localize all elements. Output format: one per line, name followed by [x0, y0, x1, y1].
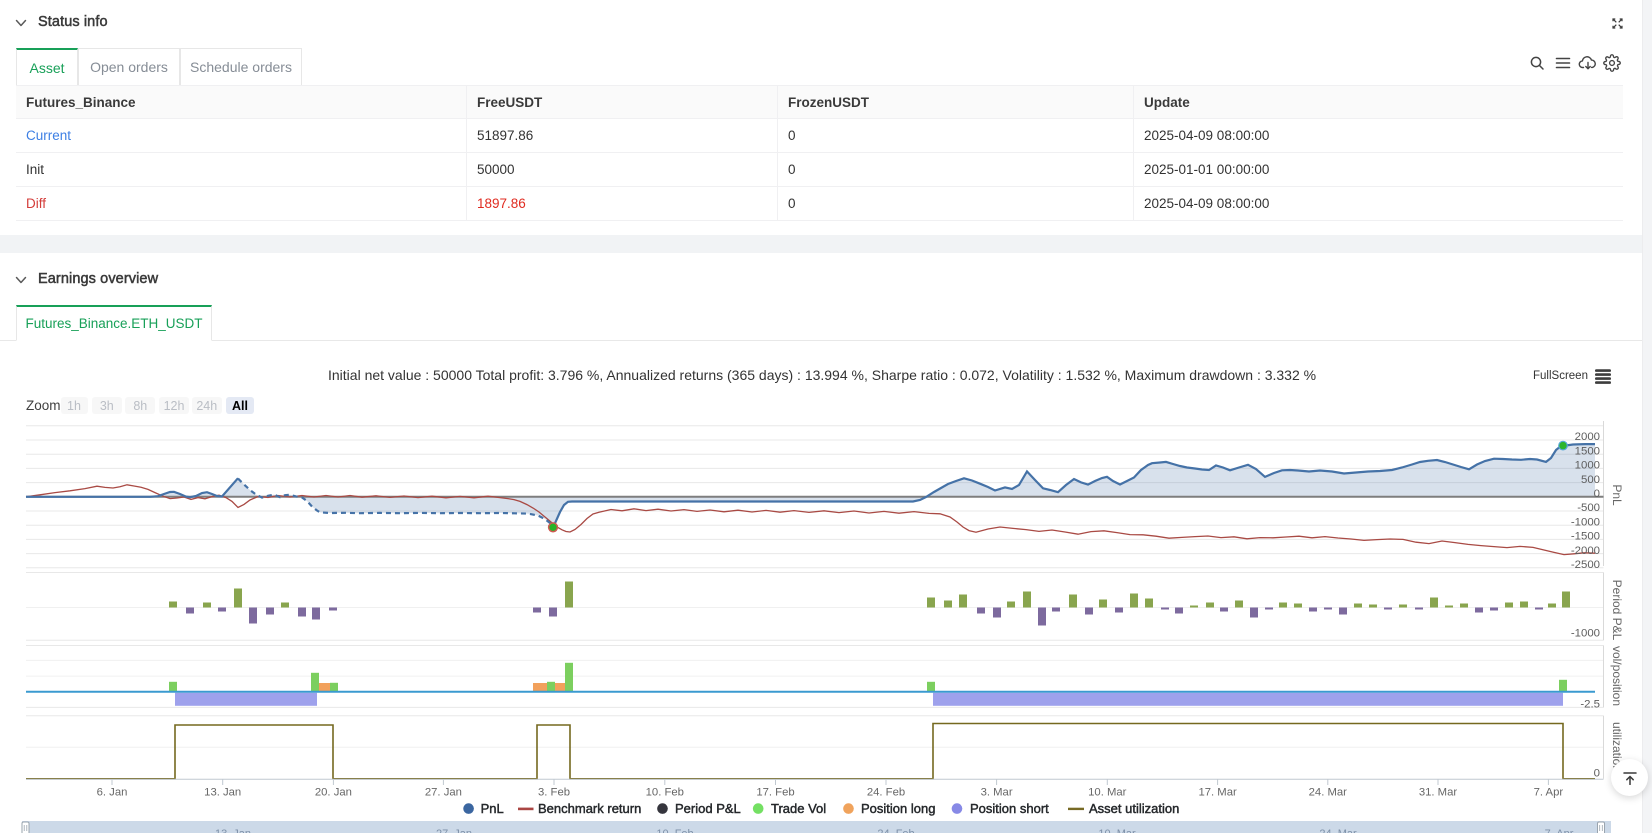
svg-text:24. Mar: 24. Mar	[1309, 787, 1348, 799]
svg-text:7. Apr: 7. Apr	[1545, 828, 1574, 833]
svg-text:Benchmark return: Benchmark return	[538, 801, 641, 816]
svg-text:17. Mar: 17. Mar	[1198, 787, 1237, 799]
svg-text:20. Jan: 20. Jan	[315, 787, 352, 799]
svg-text:-2.5: -2.5	[1580, 699, 1600, 711]
svg-text:-2000: -2000	[1571, 545, 1600, 557]
svg-text:24. Feb: 24. Feb	[877, 828, 914, 833]
svg-text:31. Mar: 31. Mar	[1419, 787, 1458, 799]
svg-text:27. Jan: 27. Jan	[425, 787, 462, 799]
svg-text:PnL: PnL	[481, 801, 504, 816]
svg-text:2000: 2000	[1575, 431, 1600, 443]
svg-text:1500: 1500	[1575, 445, 1600, 457]
svg-text:Trade Vol: Trade Vol	[771, 801, 826, 816]
svg-text:-1000: -1000	[1571, 628, 1600, 640]
svg-text:27. Jan: 27. Jan	[436, 828, 472, 833]
svg-text:Asset utilization: Asset utilization	[1089, 801, 1179, 816]
svg-text:13. Jan: 13. Jan	[204, 787, 241, 799]
svg-text:1000: 1000	[1575, 460, 1600, 472]
svg-text:-2500: -2500	[1571, 559, 1600, 571]
svg-text:24. Feb: 24. Feb	[867, 787, 905, 799]
svg-text:7. Apr: 7. Apr	[1534, 787, 1564, 799]
svg-text:3. Mar: 3. Mar	[981, 787, 1013, 799]
svg-text:6. Jan: 6. Jan	[97, 787, 128, 799]
svg-text:Position long: Position long	[861, 801, 935, 816]
svg-text:10. Mar: 10. Mar	[1098, 828, 1136, 833]
svg-text:vol/position: vol/position	[1610, 646, 1624, 706]
svg-text:10. Feb: 10. Feb	[646, 787, 684, 799]
svg-text:3. Feb: 3. Feb	[538, 787, 570, 799]
svg-text:PnL: PnL	[1610, 484, 1624, 506]
svg-text:-1000: -1000	[1571, 516, 1600, 528]
svg-text:Position short: Position short	[970, 801, 1049, 816]
svg-text:-1500: -1500	[1571, 531, 1600, 543]
svg-text:24. Mar: 24. Mar	[1319, 828, 1357, 833]
svg-text:10. Mar: 10. Mar	[1088, 787, 1127, 799]
svg-text:500: 500	[1581, 474, 1600, 486]
svg-text:0: 0	[1594, 767, 1600, 779]
svg-text:Period P&L: Period P&L	[675, 801, 741, 816]
svg-text:-500: -500	[1577, 502, 1600, 514]
svg-text:0: 0	[1594, 488, 1600, 500]
svg-text:10. Feb: 10. Feb	[656, 828, 693, 833]
svg-text:13. Jan: 13. Jan	[215, 828, 251, 833]
svg-text:Period P&L: Period P&L	[1610, 580, 1624, 641]
svg-text:17. Feb: 17. Feb	[756, 787, 794, 799]
